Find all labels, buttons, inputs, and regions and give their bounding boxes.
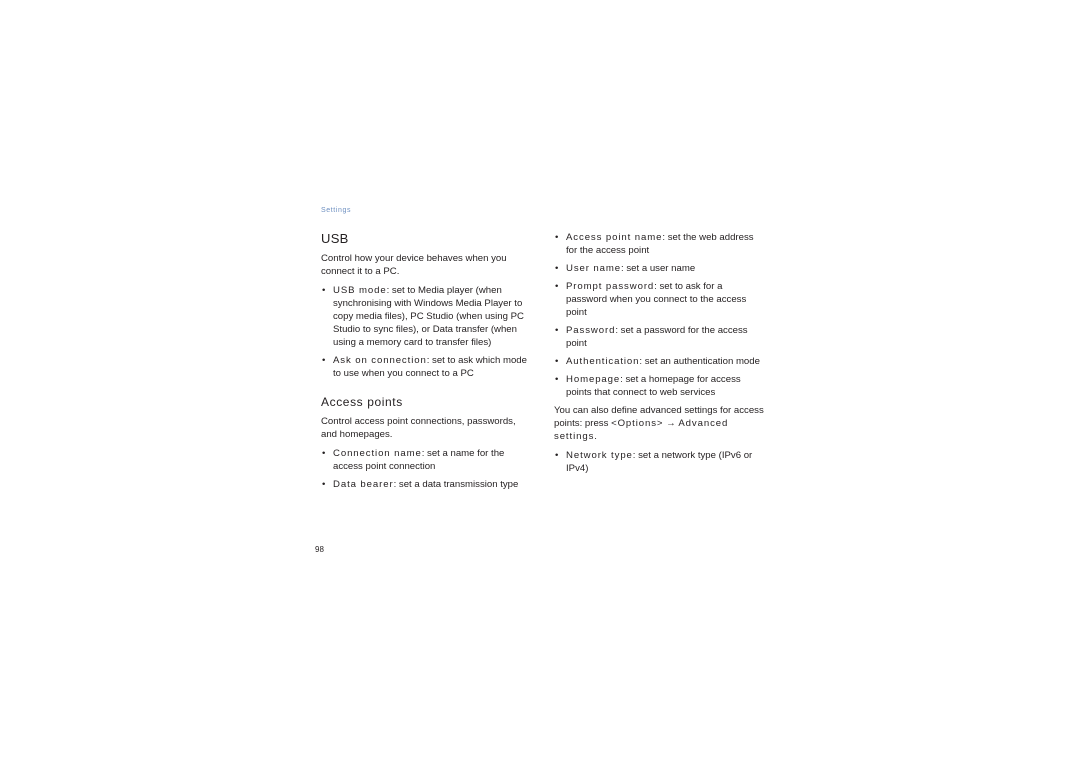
option-term: Network type <box>566 450 633 461</box>
list-item: • Homepage: set a homepage for access po… <box>554 373 766 399</box>
bullet-icon: • <box>555 281 559 292</box>
bullet-icon: • <box>322 448 326 459</box>
list-item: • Authentication: set an authentication … <box>554 355 766 368</box>
list-item: • Data bearer: set a data transmission t… <box>321 478 531 491</box>
bullet-icon: • <box>555 374 559 385</box>
option-term: Access point name <box>566 232 663 243</box>
section-title-usb: USB <box>321 231 349 246</box>
option-term: Data bearer <box>333 479 394 490</box>
option-term: Authentication <box>566 356 640 367</box>
advanced-settings-list: • Network type: set a network type (IPv6… <box>554 449 766 475</box>
option-description: : set a data transmission type <box>393 479 519 490</box>
list-item: • Password: set a password for the acces… <box>554 324 766 350</box>
access-points-intro: Control access point connections, passwo… <box>321 416 516 440</box>
bullet-icon: • <box>555 232 559 243</box>
option-term: Ask on connection <box>333 355 427 366</box>
manual-page: Settings USB Control how your device beh… <box>0 0 1080 763</box>
left-column: USB Control how your device behaves when… <box>321 231 531 496</box>
right-column: • Access point name: set the web address… <box>554 231 766 480</box>
usb-intro: Control how your device behaves when you… <box>321 253 507 277</box>
running-head: Settings <box>321 207 352 214</box>
note-suffix: . <box>594 431 597 442</box>
access-point-settings-list: • Access point name: set the web address… <box>554 231 766 399</box>
section-title-access-points: Access points <box>321 395 403 409</box>
option-term: Password <box>566 325 616 336</box>
advanced-settings-note: You can also define advanced settings fo… <box>554 404 766 443</box>
access-points-options-list: • Connection name: set a name for the ac… <box>321 447 531 491</box>
bullet-icon: • <box>322 355 326 366</box>
option-description: : set an authentication mode <box>639 356 760 367</box>
option-term: Connection name <box>333 448 422 459</box>
bullet-icon: • <box>322 479 326 490</box>
option-term: Prompt password <box>566 281 655 292</box>
bullet-icon: • <box>322 285 326 296</box>
arrow-icon: → <box>663 418 679 429</box>
list-item: • Access point name: set the web address… <box>554 231 766 257</box>
list-item: • Connection name: set a name for the ac… <box>321 447 531 473</box>
list-item: • Network type: set a network type (IPv6… <box>554 449 766 475</box>
bullet-icon: • <box>555 325 559 336</box>
list-item: • USB mode: set to Media player (when sy… <box>321 284 531 349</box>
page-number: 98 <box>315 545 324 554</box>
bullet-icon: • <box>555 263 559 274</box>
option-term: USB mode <box>333 285 387 296</box>
option-description: : set a user name <box>621 263 696 274</box>
option-term: User name <box>566 263 622 274</box>
list-item: • User name: set a user name <box>554 262 766 275</box>
bullet-icon: • <box>555 356 559 367</box>
usb-options-list: • USB mode: set to Media player (when sy… <box>321 284 531 380</box>
bullet-icon: • <box>555 450 559 461</box>
list-item: • Prompt password: set to ask for a pass… <box>554 280 766 319</box>
list-item: • Ask on connection: set to ask which mo… <box>321 354 531 380</box>
options-key: <Options> <box>611 418 664 429</box>
option-term: Homepage <box>566 374 621 385</box>
